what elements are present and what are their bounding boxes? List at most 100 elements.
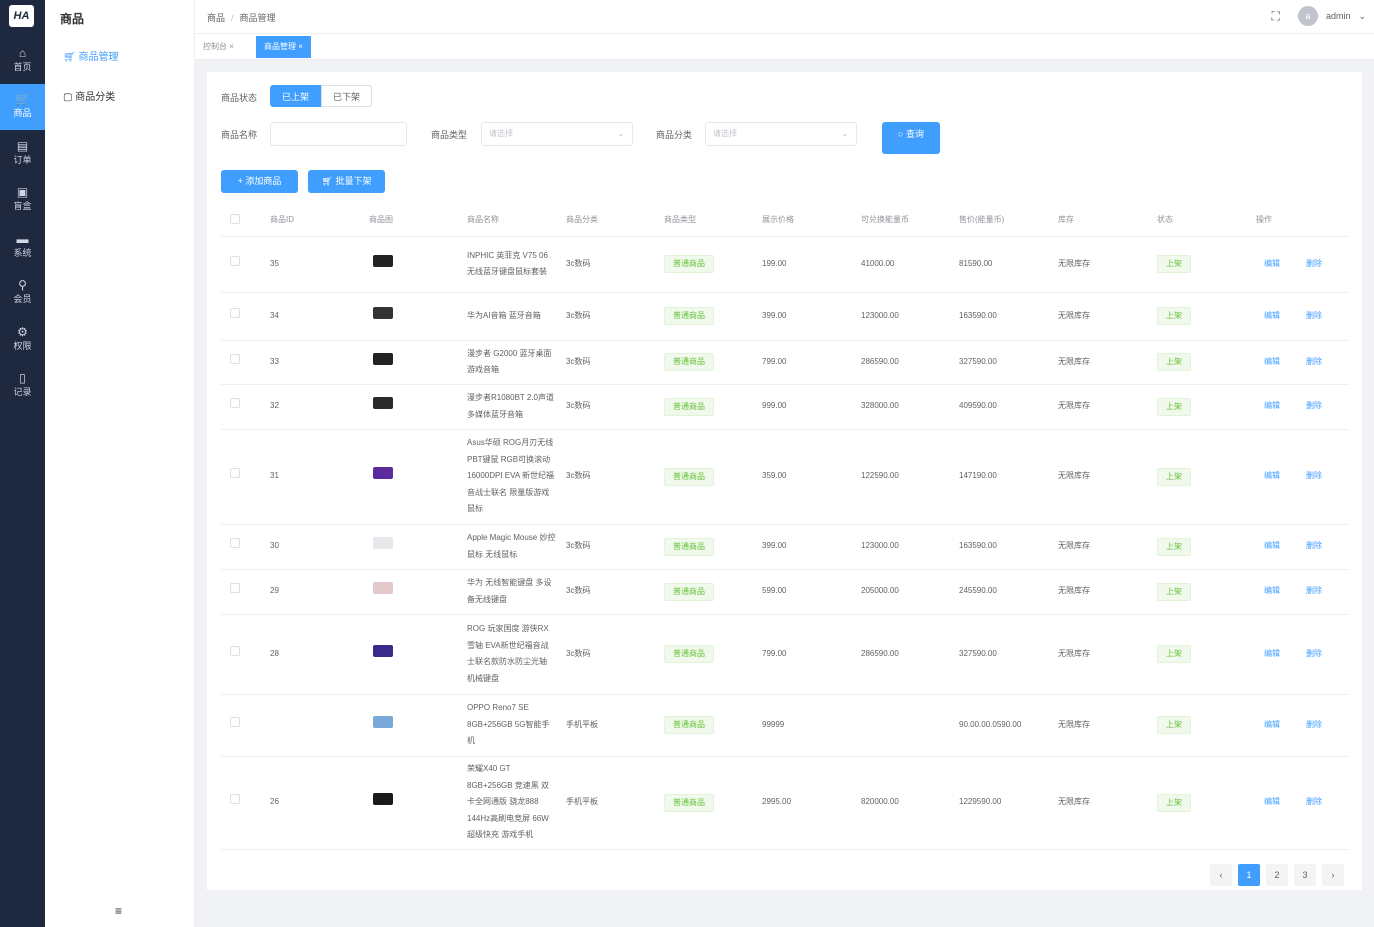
- row-checkbox[interactable]: [230, 794, 240, 805]
- page-button[interactable]: 1: [1238, 864, 1260, 886]
- cart-icon: 🛒︎: [321, 176, 336, 186]
- table-row: 34 华为AI音箱 蓝牙音箱 3c数码 普通商品 399.00 123000.0…: [221, 292, 1349, 341]
- name-input[interactable]: [270, 122, 407, 146]
- coin-value: 286590.00: [861, 614, 959, 695]
- row-checkbox[interactable]: [230, 583, 240, 594]
- type-select[interactable]: 请选择 ⌄: [481, 122, 633, 146]
- fullscreen-icon[interactable]: ⛶: [1272, 9, 1280, 24]
- product-id: 33: [270, 340, 369, 385]
- rail-item[interactable]: ⚲ 会员: [0, 270, 45, 316]
- close-icon[interactable]: ×: [298, 42, 303, 51]
- table-row: 33 漫步者 G2000 蓝牙桌面游戏音箱 3c数码 普通商品 799.00 2…: [221, 340, 1349, 385]
- column-header: 操作: [1256, 204, 1349, 237]
- product-name: Asus华硕 ROG月刃无线 PBT键鼠 RGB可换滚动 16000DPI EV…: [467, 429, 566, 525]
- chevron-down-icon[interactable]: ⌄: [1358, 11, 1366, 22]
- batch-off-shelf-button[interactable]: 🛒︎ 批量下架: [308, 170, 385, 193]
- product-type-tag: 普通商品: [664, 716, 714, 734]
- status-tag: 上架: [1157, 307, 1191, 325]
- edit-link[interactable]: 编辑: [1264, 586, 1280, 595]
- submenu-item-product-manage[interactable]: 🛒︎ 商品管理: [63, 48, 118, 63]
- select-all-checkbox[interactable]: [221, 204, 270, 237]
- row-checkbox[interactable]: [230, 255, 240, 266]
- product-id: 34: [270, 292, 369, 341]
- collapse-menu-button[interactable]: ≡: [115, 904, 122, 918]
- delete-link[interactable]: 删除: [1306, 471, 1322, 480]
- stock: 无限库存: [1058, 524, 1157, 570]
- prev-page-button[interactable]: ‹: [1210, 864, 1232, 886]
- stock: 无限库存: [1058, 292, 1157, 341]
- column-header: 状态: [1157, 204, 1256, 237]
- edit-link[interactable]: 编辑: [1264, 471, 1280, 480]
- delete-link[interactable]: 删除: [1306, 259, 1322, 268]
- rail-item[interactable]: ⌂ 首页: [0, 38, 45, 84]
- tabs-bar: 控制台 × 商品管理 ×: [195, 34, 1374, 60]
- username[interactable]: admin: [1326, 11, 1351, 21]
- rail-item[interactable]: ▬ 系统: [0, 224, 45, 270]
- edit-link[interactable]: 编辑: [1264, 720, 1280, 729]
- sale-price: 409590.00: [959, 384, 1058, 430]
- next-page-button[interactable]: ›: [1322, 864, 1344, 886]
- delete-link[interactable]: 删除: [1306, 357, 1322, 366]
- coin-value: 123000.00: [861, 292, 959, 341]
- edit-link[interactable]: 编辑: [1264, 259, 1280, 268]
- delete-link[interactable]: 删除: [1306, 541, 1322, 550]
- status-tag: 上架: [1157, 467, 1191, 486]
- status-on-shelf[interactable]: 已上架: [270, 85, 322, 107]
- sale-price: 245590.00: [959, 569, 1058, 615]
- type-label: 商品类型: [431, 130, 468, 140]
- product-name: Apple Magic Mouse 妙控鼠标 无线鼠标: [467, 524, 566, 570]
- delete-link[interactable]: 删除: [1306, 586, 1322, 595]
- product-category: 手机平板: [566, 694, 664, 757]
- sale-price: 327590.00: [959, 614, 1058, 695]
- product-table: 商品ID 商品图 商品名称 商品分类 商品类型 展示价格 可兑换能量币 售价(能量币) 库存 状态…: [221, 204, 1349, 850]
- product-type-tag: 普通商品: [664, 307, 714, 325]
- row-checkbox[interactable]: [230, 353, 240, 364]
- display-price: 599.00: [762, 569, 861, 615]
- rail-item[interactable]: ⚙ 权限: [0, 317, 45, 363]
- delete-link[interactable]: 删除: [1306, 311, 1322, 320]
- breadcrumb: 商品 / 商品管理: [207, 13, 276, 23]
- row-checkbox[interactable]: [230, 538, 240, 549]
- tab-product-manage[interactable]: 商品管理 ×: [256, 36, 311, 58]
- search-button[interactable]: ○ 查询: [882, 122, 940, 154]
- edit-link[interactable]: 编辑: [1264, 797, 1280, 806]
- table-row: 32 漫步者R1080BT 2.0声道多媒体蓝牙音箱 3c数码 普通商品 999…: [221, 384, 1349, 430]
- add-product-button[interactable]: + 添加商品: [221, 170, 298, 193]
- delete-link[interactable]: 删除: [1306, 401, 1322, 410]
- row-checkbox[interactable]: [230, 398, 240, 409]
- submenu-item-product-category[interactable]: ▢ 商品分类: [63, 88, 115, 103]
- page-button[interactable]: 3: [1294, 864, 1316, 886]
- coin-value: 286590.00: [861, 340, 959, 385]
- page-button[interactable]: 2: [1266, 864, 1288, 886]
- row-checkbox[interactable]: [230, 716, 240, 727]
- row-checkbox[interactable]: [230, 307, 240, 318]
- row-checkbox[interactable]: [230, 645, 240, 656]
- edit-link[interactable]: 编辑: [1264, 401, 1280, 410]
- display-price: 99999: [762, 694, 861, 757]
- rail-item[interactable]: ▯ 记录: [0, 363, 45, 409]
- status-label: 商品状态: [221, 93, 258, 103]
- row-checkbox[interactable]: [230, 468, 240, 479]
- edit-link[interactable]: 编辑: [1264, 649, 1280, 658]
- delete-link[interactable]: 删除: [1306, 797, 1322, 806]
- tab-dashboard[interactable]: 控制台 ×: [195, 36, 242, 58]
- delete-link[interactable]: 删除: [1306, 649, 1322, 658]
- edit-link[interactable]: 编辑: [1264, 357, 1280, 366]
- delete-link[interactable]: 删除: [1306, 720, 1322, 729]
- category-select[interactable]: 请选择 ⌄: [705, 122, 857, 146]
- submenu: 商品 🛒︎ 商品管理 ▢ 商品分类 ≡: [45, 0, 195, 927]
- sale-price: 81590.00: [959, 236, 1058, 293]
- status-tag: 上架: [1157, 255, 1191, 273]
- breadcrumb-item[interactable]: 商品: [207, 13, 225, 23]
- close-icon[interactable]: ×: [229, 42, 234, 51]
- product-image: [373, 715, 393, 728]
- rail-item[interactable]: ▣ 盲盒: [0, 177, 45, 223]
- edit-link[interactable]: 编辑: [1264, 311, 1280, 320]
- edit-link[interactable]: 编辑: [1264, 541, 1280, 550]
- rail-item[interactable]: 🛒 商品: [0, 84, 45, 130]
- column-header: 商品名称: [467, 204, 566, 237]
- status-off-shelf[interactable]: 已下架: [321, 85, 373, 107]
- avatar[interactable]: a: [1297, 6, 1318, 26]
- cart-icon: 🛒︎: [63, 52, 79, 63]
- rail-item[interactable]: ▤ 订单: [0, 131, 45, 177]
